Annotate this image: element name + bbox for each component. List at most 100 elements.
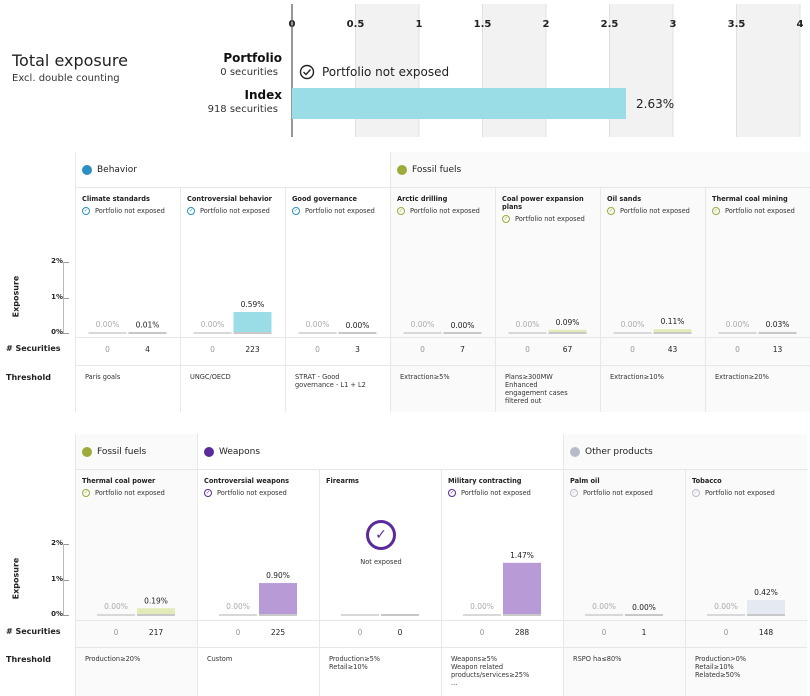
portfolio-status-text: Portfolio not exposed [461, 489, 531, 497]
exposure-section-1: Exposure 0% 1% 2% # Securities Threshold Behav… [0, 152, 810, 412]
check-circle-icon [299, 64, 315, 80]
threshold-text: Extraction≥5% [400, 373, 491, 381]
x-tick-label: 2 [543, 19, 550, 30]
portfolio-status: ✓ Portfolio not exposed [397, 207, 490, 215]
threshold-text: RSPO ha≤80% [573, 655, 681, 663]
threshold-text: UNGC/OECD [190, 373, 281, 381]
threshold-line: Plans≥300MW [505, 373, 553, 381]
threshold-line: Weapon related [451, 663, 504, 671]
x-tick-label: 1 [416, 19, 423, 30]
portfolio-status-text: Portfolio not exposed [583, 489, 653, 497]
threshold-line: Custom [207, 655, 233, 663]
category-title: Climate standards [82, 195, 150, 203]
check-circle-icon: ✓ [292, 207, 300, 215]
portfolio-status-text: Portfolio not exposed [200, 207, 270, 215]
threshold-text: Plans≥300MW Enhanced engagement cases filte… [505, 373, 596, 405]
category-title: Thermal coal mining [712, 195, 788, 203]
check-icon [303, 69, 312, 76]
check-circle-icon: ✓ [204, 489, 212, 497]
threshold-text: Production>0% Retail≥10% Related≥50% [695, 655, 803, 679]
portfolio-status: ✓ Portfolio not exposed [692, 489, 802, 497]
portfolio-status: ✓ Portfolio not exposed [187, 207, 280, 215]
portfolio-status: ✓ Portfolio not exposed [502, 215, 595, 223]
threshold-line: Production≥5% [329, 655, 381, 663]
threshold-text: Production≥5% Retail≥10% [329, 655, 437, 671]
not-exposed-label: Not exposed [360, 558, 402, 566]
check-circle-icon: ✓ [366, 520, 396, 550]
portfolio-status: ✓ Portfolio not exposed [607, 207, 700, 215]
threshold-line: ... [451, 679, 458, 687]
threshold-text: Production≥20% [85, 655, 193, 663]
threshold-text: Extraction≥20% [715, 373, 806, 381]
check-circle-icon: ✓ [448, 489, 456, 497]
threshold-text: STRAT - Good governance - L1 + L2 [295, 373, 386, 389]
threshold-line: Extraction≥10% [610, 373, 664, 381]
portfolio-status: ✓ Portfolio not exposed [292, 207, 385, 215]
threshold-line: Extraction≥20% [715, 373, 769, 381]
threshold-text: Weapons≥5% Weapon related products/service… [451, 655, 559, 687]
check-circle-icon: ✓ [607, 207, 615, 215]
threshold-line: Enhanced [505, 381, 538, 389]
check-circle-icon: ✓ [692, 489, 700, 497]
threshold-line: Production>0% [695, 655, 747, 663]
threshold-line: engagement cases [505, 389, 568, 397]
threshold-line: Production≥20% [85, 655, 141, 663]
category-title: Palm oil [570, 477, 600, 485]
threshold-line: Extraction≥5% [400, 373, 450, 381]
category-title: Military contracting [448, 477, 522, 485]
portfolio-status-text: Portfolio not exposed [95, 489, 165, 497]
check-circle-icon: ✓ [502, 215, 510, 223]
threshold-line: products/services≥25% [451, 671, 530, 679]
x-tick-label: 0.5 [347, 19, 365, 30]
category-title: Oil sands [607, 195, 642, 203]
index-value-label: 2.63% [636, 97, 674, 111]
category-title: Arctic drilling [397, 195, 448, 203]
threshold-line: RSPO ha≤80% [573, 655, 622, 663]
x-tick-label: 4 [797, 19, 804, 30]
category-title: Tobacco [692, 477, 722, 485]
portfolio-status-text: Portfolio not exposed [705, 489, 775, 497]
portfolio-status-text: Portfolio not exposed [515, 215, 585, 223]
threshold-line: filtered out [505, 397, 542, 405]
portfolio-status: ✓ Portfolio not exposed [570, 489, 680, 497]
threshold-line: Retail≥10% [329, 663, 368, 671]
portfolio-status: ✓ Portfolio not exposed [82, 207, 175, 215]
threshold-line: STRAT - Good [295, 373, 340, 381]
grid-band [736, 4, 800, 137]
portfolio-status-text: Portfolio not exposed [725, 207, 795, 215]
x-tick-label: 3 [670, 19, 677, 30]
check-circle-icon: ✓ [397, 207, 405, 215]
threshold-line: Retail≥10% [695, 663, 734, 671]
portfolio-status: ✓ Portfolio not exposed [82, 489, 192, 497]
threshold-line: Paris goals [85, 373, 121, 381]
exposure-section-2: Exposure 0% 1% 2% # Securities Threshold Fossi… [0, 434, 810, 696]
check-circle-icon: ✓ [187, 207, 195, 215]
check-circle-icon: ✓ [82, 489, 90, 497]
portfolio-status-text: Portfolio not exposed [95, 207, 165, 215]
threshold-line: UNGC/OECD [190, 373, 231, 381]
check-circle-icon: ✓ [570, 489, 578, 497]
portfolio-status: ✓ Portfolio not exposed [204, 489, 314, 497]
category-title: Coal power expansion plans [502, 195, 584, 211]
check-circle-icon: ✓ [712, 207, 720, 215]
portfolio-status: Portfolio not exposed [322, 65, 449, 79]
portfolio-status: ✓ Portfolio not exposed [448, 489, 558, 497]
portfolio-status-text: Portfolio not exposed [410, 207, 480, 215]
threshold-line: Weapons≥5% [451, 655, 498, 663]
check-circle-icon: ✓ [82, 207, 90, 215]
category-title: Thermal coal power [82, 477, 156, 485]
category-title: Firearms [326, 477, 359, 485]
portfolio-status-text: Portfolio not exposed [305, 207, 375, 215]
index-bar [292, 88, 627, 119]
threshold-line: governance - L1 + L2 [295, 381, 366, 389]
threshold-line: Related≥50% [695, 671, 741, 679]
x-tick-label: 1.5 [474, 19, 492, 30]
total-exposure-chart: 00.511.522.533.54Portfolio not exposed2.… [289, 4, 804, 137]
category-title: Good governance [292, 195, 357, 203]
portfolio-status-text: Portfolio not exposed [620, 207, 690, 215]
threshold-text: Custom [207, 655, 315, 663]
category-title: Controversial weapons [204, 477, 290, 485]
threshold-text: Extraction≥10% [610, 373, 701, 381]
x-tick-label: 3.5 [728, 19, 746, 30]
total-exposure-panel: Total exposure Excl. double counting Por… [0, 0, 810, 142]
